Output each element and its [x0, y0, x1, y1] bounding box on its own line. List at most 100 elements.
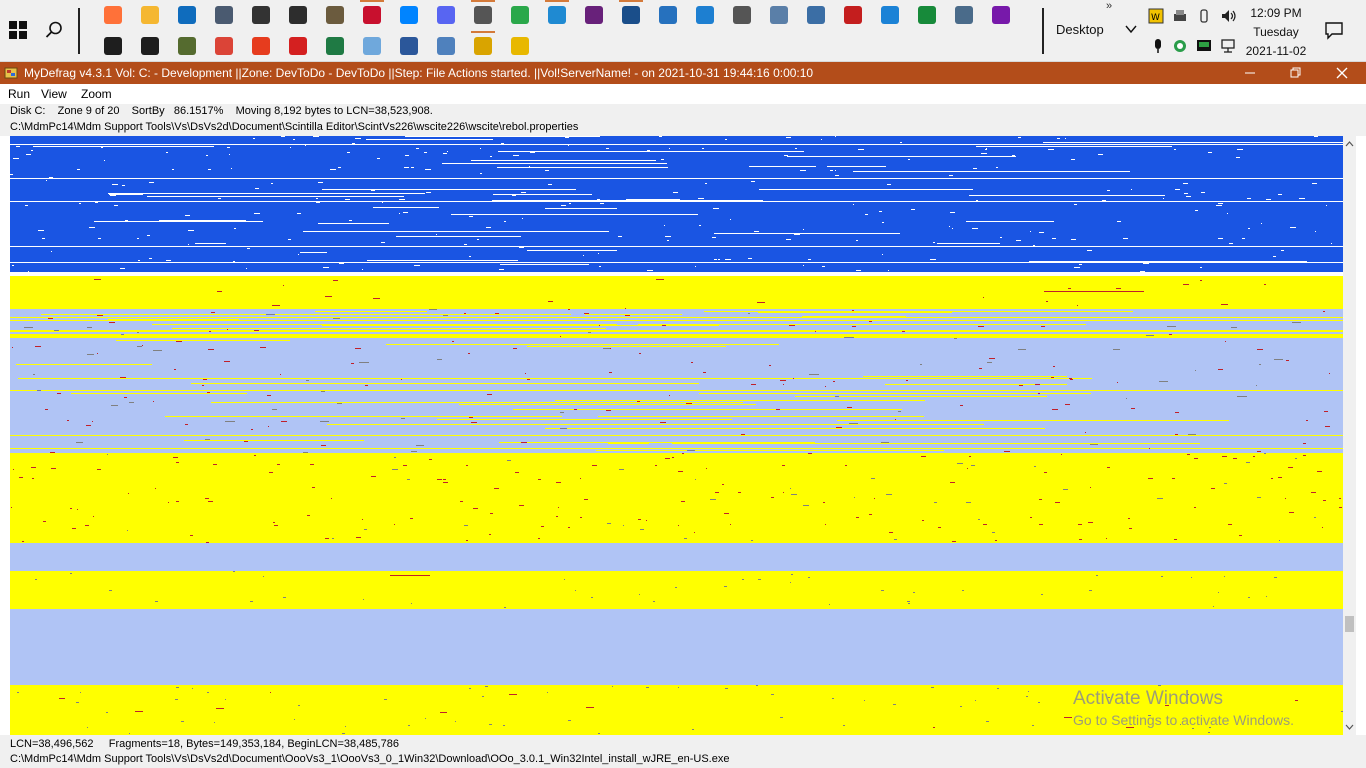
desktop-toolbar-label[interactable]: Desktop — [1056, 22, 1104, 37]
scroll-up-arrow-icon[interactable] — [1343, 136, 1356, 152]
cluster-run — [10, 336, 1343, 337]
notification-center-icon[interactable] — [1324, 20, 1344, 40]
camera-icon[interactable] — [289, 6, 307, 24]
command-prompt-admin-icon[interactable] — [141, 37, 159, 55]
outlook-icon[interactable] — [178, 6, 196, 24]
cluster-run — [793, 378, 794, 379]
mydefrag-icon[interactable] — [471, 31, 495, 55]
network-icon[interactable] — [1220, 38, 1236, 54]
file-explorer-icon[interactable] — [141, 6, 159, 24]
vscode-icon[interactable] — [545, 0, 569, 24]
volume-icon[interactable] — [1220, 8, 1236, 24]
cluster-run — [853, 204, 854, 205]
restore-button[interactable] — [1273, 62, 1319, 84]
cluster-run — [751, 181, 755, 182]
excel-icon[interactable] — [326, 37, 344, 55]
cluster-run — [1143, 263, 1149, 264]
cluster-run — [340, 383, 484, 384]
tray-app-icon[interactable]: W — [1148, 8, 1164, 24]
cluster-run — [879, 211, 882, 212]
money-app-icon[interactable] — [918, 6, 936, 24]
cluster-run — [1195, 370, 1196, 371]
close-button[interactable] — [1319, 62, 1365, 84]
powershell-icon[interactable] — [659, 6, 677, 24]
help-icon[interactable] — [511, 37, 529, 55]
security-tray-icon[interactable] — [1172, 38, 1188, 54]
vertical-scrollbar[interactable] — [1343, 136, 1356, 735]
tool-icon[interactable] — [215, 6, 233, 24]
gimp-icon[interactable] — [326, 6, 344, 24]
cluster-run — [51, 251, 52, 252]
cluster-run — [94, 279, 101, 280]
cluster-run — [401, 418, 405, 419]
scroll-down-arrow-icon[interactable] — [1343, 719, 1356, 735]
cluster-run — [678, 471, 683, 472]
cluster-run — [207, 392, 210, 393]
word-icon[interactable] — [400, 37, 418, 55]
notepad-icon[interactable] — [363, 37, 381, 55]
cluster-run — [1289, 512, 1294, 513]
menu-run[interactable]: Run — [8, 87, 30, 101]
cluster-run — [1028, 691, 1029, 692]
remote-desktop-icon[interactable] — [955, 6, 973, 24]
scroll-thumb[interactable] — [1345, 616, 1354, 632]
cluster-run — [405, 155, 409, 156]
disk-cluster-map[interactable] — [10, 136, 1343, 735]
cluster-run — [908, 159, 910, 160]
todo-icon[interactable] — [881, 6, 899, 24]
printer-tray-icon[interactable] — [1172, 8, 1188, 24]
cluster-run — [318, 223, 389, 224]
discord-icon[interactable] — [437, 6, 455, 24]
monitor-tray-icon[interactable] — [1196, 38, 1212, 54]
usb-tray-icon[interactable] — [1196, 8, 1212, 24]
cluster-run — [1242, 238, 1245, 239]
office-icon[interactable] — [252, 37, 270, 55]
cluster-run — [1323, 311, 1325, 312]
more-toolbars-chevron[interactable]: » — [1106, 0, 1112, 12]
onenote-icon[interactable] — [992, 6, 1010, 24]
notebook-icon[interactable] — [360, 0, 384, 24]
cluster-run — [233, 571, 235, 572]
grid-app-icon[interactable] — [696, 6, 714, 24]
command-prompt-icon[interactable] — [104, 37, 122, 55]
cluster-run — [1053, 366, 1055, 367]
cluster-run — [371, 476, 376, 477]
search-icon[interactable] — [44, 20, 64, 40]
tree-app-icon[interactable] — [178, 37, 196, 55]
messenger-icon[interactable] — [400, 6, 418, 24]
menu-zoom[interactable]: Zoom — [81, 87, 112, 101]
minimize-button[interactable] — [1227, 62, 1273, 84]
windows-start-icon[interactable] — [8, 20, 28, 40]
device-manager-icon[interactable] — [770, 6, 788, 24]
cluster-run — [568, 720, 571, 721]
pdf-tool-icon[interactable] — [844, 6, 862, 24]
diagram-app-icon[interactable] — [619, 0, 643, 24]
system-info-icon[interactable] — [807, 6, 825, 24]
cluster-run — [803, 229, 804, 230]
free-space-band — [10, 543, 1343, 571]
cluster-run — [1281, 250, 1284, 251]
system-clock[interactable]: 12:09 PM Tuesday 2021-11-02 — [1244, 4, 1308, 61]
cluster-run — [949, 175, 953, 176]
cluster-run — [825, 524, 826, 525]
microphone-icon[interactable] — [1150, 38, 1166, 54]
cluster-run — [908, 603, 910, 604]
chevron-down-icon[interactable] — [1124, 22, 1138, 36]
mydefrag-app-icon[interactable] — [4, 66, 18, 80]
cluster-run — [1325, 426, 1330, 427]
cluster-run — [269, 472, 273, 473]
cluster-run — [1278, 477, 1282, 478]
settings-icon[interactable] — [733, 6, 751, 24]
cluster-run — [263, 576, 264, 577]
cluster-run — [1039, 232, 1044, 233]
cluster-run — [921, 456, 926, 457]
acrobat-icon[interactable] — [289, 37, 307, 55]
clock-app-icon[interactable] — [471, 0, 495, 24]
printer-icon[interactable] — [252, 6, 270, 24]
document-icon[interactable] — [437, 37, 455, 55]
paint-icon[interactable] — [511, 6, 529, 24]
firefox-icon[interactable] — [104, 6, 122, 24]
visual-studio-icon[interactable] — [585, 6, 603, 24]
chrome-icon[interactable] — [215, 37, 233, 55]
menu-view[interactable]: View — [41, 87, 67, 101]
